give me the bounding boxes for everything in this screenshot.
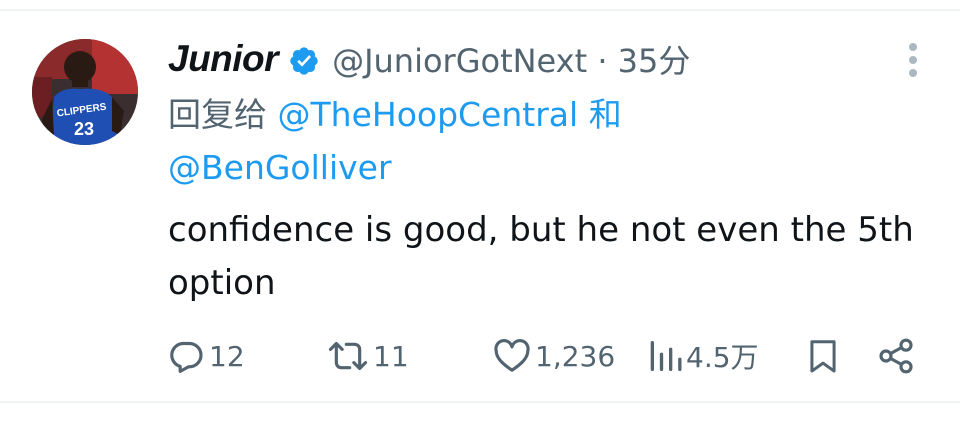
avatar-image: CLIPPERS 23 (32, 39, 138, 145)
share-button[interactable] (876, 330, 916, 382)
heart-icon (494, 339, 530, 372)
bottom-divider (0, 401, 960, 403)
timestamp[interactable]: 35分 (618, 42, 691, 80)
user-handle[interactable]: @JuniorGotNext (332, 42, 587, 80)
tweet-text: confidence is good, but he not even the … (168, 210, 914, 303)
reply-count: 12 (209, 339, 245, 373)
views-button[interactable]: 4.5万 (645, 330, 759, 382)
reply-joiner: 和 (588, 95, 622, 134)
bookmark-button[interactable] (804, 330, 842, 382)
reply-context-line-2: @BenGolliver (168, 140, 908, 195)
more-options-icon[interactable] (898, 40, 928, 80)
verified-badge-icon[interactable] (288, 45, 320, 77)
reply-button[interactable]: 12 (166, 330, 245, 382)
avatar-jersey-number: 23 (74, 119, 94, 139)
reply-icon (170, 341, 203, 373)
retweet-icon (328, 341, 368, 371)
action-bar: 12 11 1,236 4.5万 (0, 330, 960, 382)
avatar[interactable]: CLIPPERS 23 (32, 39, 138, 145)
reply-mention-link[interactable]: @TheHoopCentral (278, 95, 579, 134)
views-count: 4.5万 (686, 341, 759, 374)
retweet-button[interactable]: 11 (326, 330, 409, 382)
share-icon (879, 338, 913, 374)
tweet-meta: @JuniorGotNext · 35分 (332, 36, 690, 82)
meta-separator: · (597, 42, 608, 80)
tweet-header: Junior @JuniorGotNext · 35分 (168, 35, 690, 83)
reply-mention-link[interactable]: @BenGolliver (168, 148, 392, 187)
retweet-count: 11 (373, 339, 409, 373)
top-divider (0, 9, 960, 11)
like-button[interactable]: 1,236 (492, 330, 615, 382)
bookmark-icon (810, 340, 836, 373)
reply-prefix: 回复给 (168, 95, 267, 134)
display-name[interactable]: Junior (168, 38, 279, 80)
views-chart-icon (650, 341, 682, 371)
like-count: 1,236 (535, 339, 616, 373)
reply-context: 回复给 @TheHoopCentral 和 (168, 87, 908, 142)
